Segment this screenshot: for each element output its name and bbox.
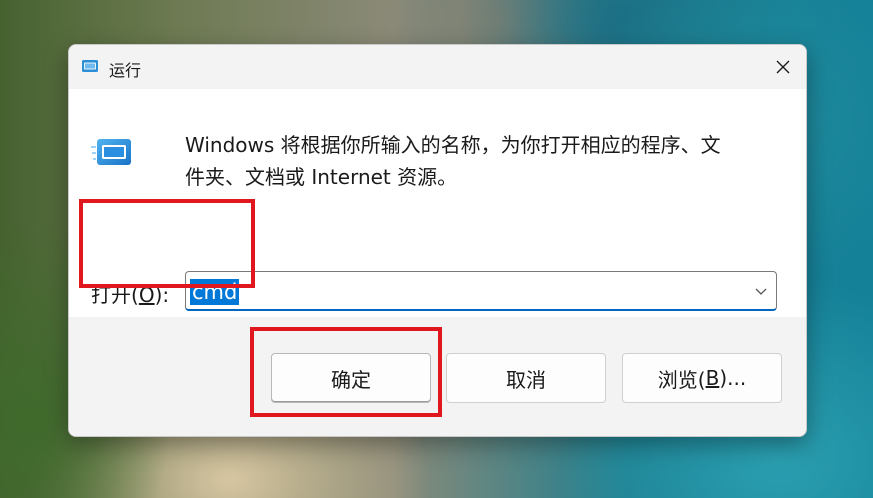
content-area: Windows 将根据你所输入的名称，为你打开相应的程序、文 件夹、文档或 In… <box>69 89 806 317</box>
browse-label-accesskey: B <box>705 366 720 390</box>
open-combobox[interactable]: cmd <box>185 271 777 311</box>
button-bar: 确定 取消 浏览(B)... <box>69 317 806 436</box>
title-bar[interactable]: 运行 <box>69 45 806 89</box>
browse-button[interactable]: 浏览(B)... <box>622 353 782 403</box>
dialog-description: Windows 将根据你所输入的名称，为你打开相应的程序、文 件夹、文档或 In… <box>185 129 785 193</box>
chevron-down-icon[interactable] <box>754 284 768 298</box>
open-label-prefix: 打开( <box>91 283 139 307</box>
description-line: Windows 将根据你所输入的名称，为你打开相应的程序、文 <box>185 133 721 157</box>
close-icon <box>776 60 790 74</box>
window-title: 运行 <box>109 61 142 80</box>
run-dialog: 运行 Windows 将根据你所输入的名称，为你打开相应的程序、文 件夹、文档或… <box>68 44 807 437</box>
open-label-suffix: ): <box>154 283 170 307</box>
browse-label-prefix: 浏览( <box>657 367 706 392</box>
close-button[interactable] <box>760 45 806 89</box>
cancel-button[interactable]: 取消 <box>446 353 606 403</box>
run-icon <box>81 58 99 74</box>
browse-label-suffix: )... <box>719 366 747 390</box>
description-line: 件夹、文档或 Internet 资源。 <box>185 165 458 189</box>
run-icon <box>91 135 135 171</box>
ok-button[interactable]: 确定 <box>271 353 431 403</box>
command-input-value[interactable]: cmd <box>190 279 240 305</box>
open-label: 打开(O): <box>91 279 169 308</box>
open-label-accesskey: O <box>138 283 155 307</box>
